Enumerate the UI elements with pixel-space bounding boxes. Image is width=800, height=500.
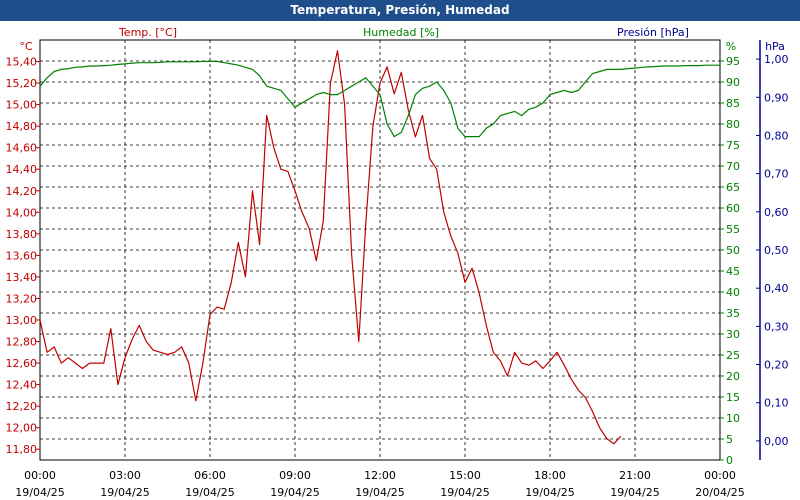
pressure-tick-label: 0,00 <box>764 435 789 448</box>
pressure-tick-label: 0,30 <box>764 320 789 333</box>
x-tick-time: 00:00 <box>704 469 736 482</box>
humidity-tick-label: 65 <box>726 181 740 194</box>
temperature-tick-label: 15,00 <box>6 99 38 112</box>
x-tick-date: 19/04/25 <box>525 486 574 499</box>
temperature-tick-label: 12,60 <box>6 357 38 370</box>
temperature-tick-label: 15,20 <box>6 77 38 90</box>
humidity-tick-label: 30 <box>726 328 740 341</box>
temperature-tick-label: 14,60 <box>6 142 38 155</box>
humidity-tick-label: 45 <box>726 265 740 278</box>
pressure-tick-label: 0,50 <box>764 244 789 257</box>
x-tick-time: 21:00 <box>619 469 651 482</box>
x-tick-time: 06:00 <box>194 469 226 482</box>
temperature-tick-label: 14,40 <box>6 163 38 176</box>
humidity-tick-label: 55 <box>726 223 740 236</box>
temperature-tick-label: 12,80 <box>6 336 38 349</box>
humidity-tick-label: 85 <box>726 97 740 110</box>
humidity-unit: % <box>726 40 736 53</box>
pressure-tick-label: 0,40 <box>764 282 789 295</box>
humidity-tick-label: 90 <box>726 76 740 89</box>
pressure-tick-label: 0,80 <box>764 129 789 142</box>
pressure-unit: hPa <box>765 40 785 53</box>
humidity-tick-label: 95 <box>726 55 740 68</box>
pressure-tick-label: 0,60 <box>764 206 789 219</box>
humidity-tick-label: 80 <box>726 118 740 131</box>
temperature-tick-label: 12,40 <box>6 379 38 392</box>
chart-title: Temperatura, Presión, Humedad <box>0 0 800 21</box>
x-tick-date: 19/04/25 <box>185 486 234 499</box>
temperature-series-line <box>39 50 622 445</box>
humidity-tick-label: 35 <box>726 307 740 320</box>
x-tick-date: 19/04/25 <box>355 486 404 499</box>
humidity-tick-label: 0 <box>726 454 733 467</box>
pressure-tick-label: 1,00 <box>764 53 789 66</box>
x-tick-date: 19/04/25 <box>610 486 659 499</box>
x-tick-date: 19/04/25 <box>15 486 64 499</box>
temperature-tick-label: 13,20 <box>6 292 38 305</box>
humidity-tick-label: 15 <box>726 391 740 404</box>
temperature-tick-label: 14,00 <box>6 206 38 219</box>
x-tick-time: 15:00 <box>449 469 481 482</box>
temperature-unit: °C <box>19 40 33 53</box>
humidity-tick-label: 70 <box>726 160 740 173</box>
x-tick-time: 12:00 <box>364 469 396 482</box>
temperature-tick-label: 14,80 <box>6 120 38 133</box>
x-tick-date: 19/04/25 <box>100 486 149 499</box>
x-tick-time: 03:00 <box>109 469 141 482</box>
temperature-tick-label: 11,80 <box>6 443 38 456</box>
pressure-tick-label: 0,70 <box>764 168 789 181</box>
humidity-tick-label: 5 <box>726 433 733 446</box>
humidity-tick-label: 25 <box>726 349 740 362</box>
humidity-axis-label: Humedad [%] <box>363 26 439 39</box>
pressure-tick-label: 0,20 <box>764 359 789 372</box>
humidity-tick-label: 40 <box>726 286 740 299</box>
temperature-tick-label: 13,00 <box>6 314 38 327</box>
x-tick-date: 19/04/25 <box>440 486 489 499</box>
temperature-tick-label: 13,40 <box>6 271 38 284</box>
temperature-tick-label: 13,80 <box>6 228 38 241</box>
temperature-tick-label: 12,00 <box>6 422 38 435</box>
humidity-tick-label: 60 <box>726 202 740 215</box>
temperature-axis-label: Temp. [°C] <box>118 26 177 39</box>
chart-svg: 0 5 10 15 20 25 30 35 40 45 50 55 60 65 70 75 80 85 90 95 11… <box>6 26 789 499</box>
temperature-tick-label: 14,20 <box>6 185 38 198</box>
pressure-tick-label: 0,90 <box>764 91 789 104</box>
temperature-tick-label: 13,60 <box>6 249 38 262</box>
temperature-tick-label: 15,40 <box>6 56 38 69</box>
pressure-tick-label: 0,10 <box>764 397 789 410</box>
temperature-tick-label: 12,20 <box>6 400 38 413</box>
humidity-tick-label: 10 <box>726 412 740 425</box>
x-tick-date: 20/04/25 <box>695 486 744 499</box>
humidity-tick-label: 20 <box>726 370 740 383</box>
x-tick-time: 09:00 <box>279 469 311 482</box>
x-tick-date: 19/04/25 <box>270 486 319 499</box>
pressure-axis-label: Presión [hPa] <box>617 26 689 39</box>
humidity-tick-label: 50 <box>726 244 740 257</box>
humidity-tick-label: 75 <box>726 139 740 152</box>
x-tick-time: 18:00 <box>534 469 566 482</box>
x-tick-time: 00:00 <box>24 469 56 482</box>
